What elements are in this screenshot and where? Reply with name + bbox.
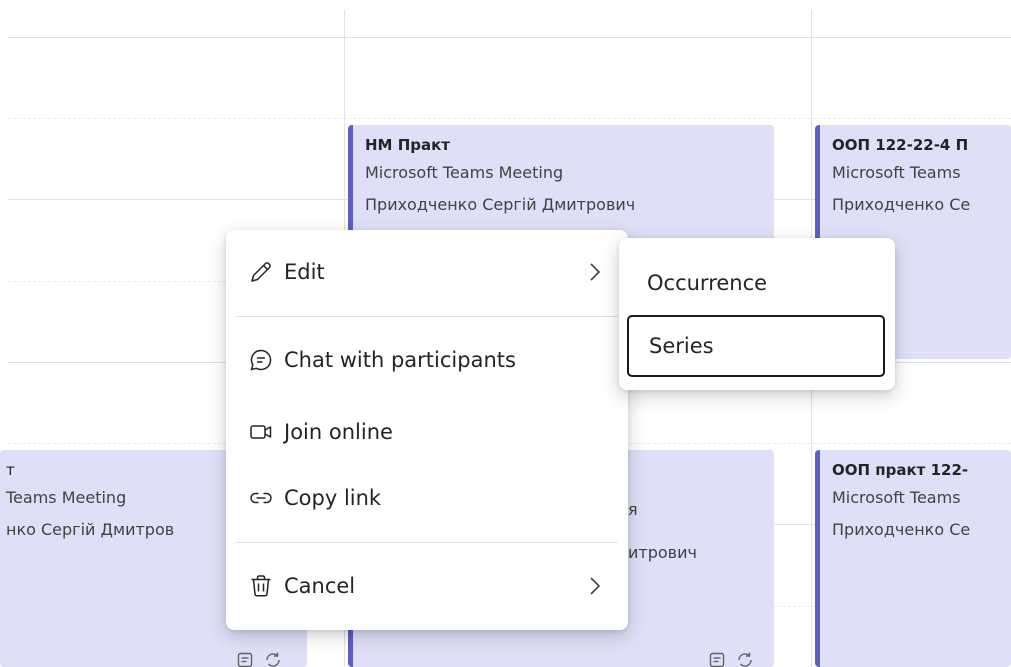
hour-line: [8, 37, 1011, 38]
link-icon: [248, 485, 274, 511]
event-title: ООП 122-22-4 П: [832, 136, 969, 154]
event-context-menu: Edit Chat with participants Join online …: [226, 230, 628, 630]
event-footer-icons: [708, 651, 754, 667]
event-organizer: Приходченко Сергій Дмитрович: [365, 195, 636, 214]
menu-item-label: Copy link: [284, 486, 382, 510]
menu-item-label: Edit: [284, 260, 325, 284]
event-title: НМ Практ: [365, 136, 450, 154]
menu-item-edit[interactable]: Edit: [248, 252, 604, 292]
chevron-right-icon: [590, 263, 601, 281]
event-title: ООП практ 122-: [832, 461, 969, 479]
pencil-icon: [248, 259, 274, 285]
chat-bubble-icon: [248, 347, 274, 373]
chevron-right-icon: [590, 577, 601, 595]
submenu-item-occurrence[interactable]: Occurrence: [627, 252, 885, 314]
event-organizer: Приходченко Се: [832, 195, 971, 214]
menu-item-join-online[interactable]: Join online: [248, 412, 604, 452]
event-card[interactable]: ООП практ 122- Microsoft Teams Приходчен…: [815, 450, 1011, 667]
menu-item-chat[interactable]: Chat with participants: [248, 340, 604, 380]
menu-item-label: Chat with participants: [284, 348, 516, 372]
half-hour-line: [8, 118, 1011, 119]
menu-item-label: Cancel: [284, 574, 356, 598]
notes-icon: [237, 652, 253, 667]
menu-item-cancel[interactable]: Cancel: [248, 566, 604, 606]
event-organizer: Приходченко Се: [832, 520, 971, 539]
recurring-icon: [266, 652, 280, 667]
event-footer-icons: [236, 651, 282, 667]
event-subtitle: Microsoft Teams Meeting: [365, 163, 564, 182]
notes-icon: [709, 652, 725, 667]
menu-item-label: Join online: [284, 420, 393, 444]
event-subtitle: Microsoft Teams: [832, 488, 961, 507]
event-subtitle: Microsoft Teams: [832, 163, 961, 182]
edit-submenu: Occurrence Series: [619, 238, 895, 390]
event-subtitle: я: [628, 500, 638, 519]
submenu-item-series[interactable]: Series: [627, 315, 885, 377]
trash-icon: [248, 573, 274, 599]
event-card[interactable]: НМ Практ Microsoft Teams Meeting Приходч…: [348, 125, 774, 245]
event-organizer: итрович: [628, 543, 697, 562]
video-camera-icon: [248, 419, 274, 445]
recurring-icon: [738, 652, 752, 667]
menu-divider: [236, 542, 618, 543]
menu-divider: [236, 316, 618, 317]
menu-item-copy-link[interactable]: Copy link: [248, 478, 604, 518]
